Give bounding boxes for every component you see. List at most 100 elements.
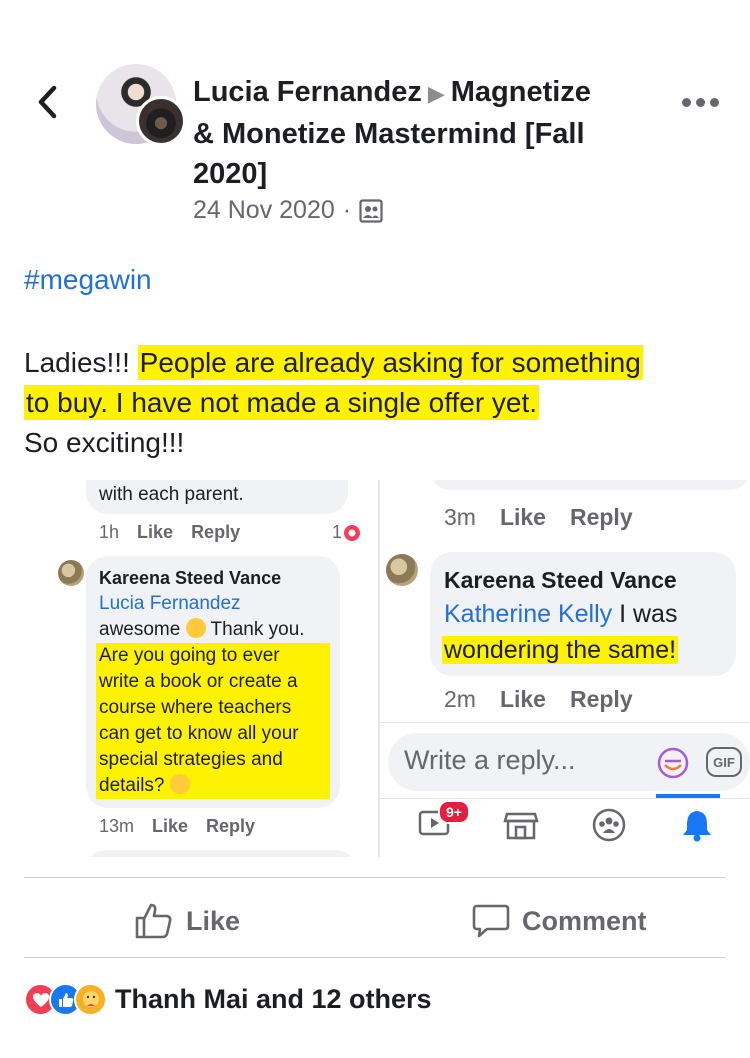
- like-button[interactable]: Like: [134, 896, 240, 946]
- members-audience-icon: [359, 198, 383, 223]
- comment-like-link: Like: [152, 816, 189, 836]
- comment-reply-link: Reply: [569, 504, 633, 530]
- highlight-line: course where teachers: [99, 697, 292, 718]
- reaction-summary-text: Thanh Mai and 12 others: [115, 984, 432, 1014]
- comment-content: Kareena Steed Vance Lucia Fernandez awes…: [96, 565, 339, 799]
- post-header-title: Lucia Fernandez ▶ Magnetize & Monetize Mas…: [193, 72, 653, 194]
- comment-reply-link: Reply: [206, 816, 256, 836]
- highlight-line: can get to know all your: [99, 723, 299, 744]
- post-text-tail: So exciting!!!: [24, 427, 185, 458]
- sticker-icon: [657, 747, 689, 779]
- comment-time: 13m: [99, 816, 135, 836]
- prev-comment-text: with each parent.: [99, 484, 244, 505]
- comment-word: awesome: [99, 619, 181, 640]
- comment-label: Comment: [522, 905, 647, 936]
- active-tab-indicator: [656, 794, 720, 798]
- like-label: Like: [186, 905, 241, 936]
- comment-button[interactable]: Comment: [472, 896, 647, 946]
- back-button[interactable]: [30, 82, 70, 122]
- reaction-summary[interactable]: Thanh Mai and 12 others: [24, 983, 432, 1016]
- highlight-line: special strategies and: [99, 749, 283, 770]
- prev-comment-bubble: with each parent.: [86, 480, 348, 514]
- comment-word: I was: [612, 600, 678, 628]
- gif-icon: GIF: [706, 747, 742, 777]
- mention: Lucia Fernandez: [99, 593, 241, 614]
- reply-placeholder: Write a reply...: [404, 745, 576, 775]
- heart-reaction-icon: [344, 524, 361, 541]
- smile-emoji-icon: [185, 618, 206, 638]
- comment-meta: 13m Like Reply: [99, 816, 255, 837]
- post-image[interactable]: with each parent. 1h Like Reply 1 Kareen…: [0, 480, 750, 857]
- comment-bubble-right: Kareena Steed Vance Katherine Kelly I wa…: [430, 552, 736, 676]
- highlight-line: details?: [99, 773, 330, 799]
- more-options-button[interactable]: [682, 92, 722, 112]
- comment-highlight: wondering the same!: [442, 636, 679, 664]
- comment-time: 3m: [444, 504, 476, 530]
- commenter-avatar: [386, 554, 418, 586]
- post-text-highlight-2: to buy. I have not made a single offer y…: [24, 385, 540, 420]
- comment-like-link: Like: [499, 504, 546, 530]
- image-divider: [378, 480, 380, 857]
- commenter-avatar: [58, 560, 84, 586]
- prev-comment-meta-right: 3m Like Reply: [444, 504, 633, 531]
- commenter-name: Kareena Steed Vance: [99, 568, 282, 588]
- comment-bubble-icon: [472, 904, 510, 938]
- comment-line: wondering the same!: [442, 632, 734, 668]
- group-name-part2[interactable]: & Monetize Mastermind [Fall: [193, 118, 585, 150]
- prev-comment-bubble-right: [430, 480, 750, 490]
- reaction-count: 1: [332, 522, 343, 542]
- bell-icon: [683, 811, 711, 842]
- comment-bubble: Kareena Steed Vance Lucia Fernandez awes…: [86, 556, 340, 808]
- comment-word: Thank you.: [210, 619, 305, 640]
- comment-time: 2m: [444, 686, 476, 712]
- prev-reaction-count: 1: [332, 522, 361, 543]
- highlight-line: write a book or create a: [99, 671, 298, 692]
- comment-time: 1h: [99, 522, 120, 542]
- post-text-lead: Ladies!!!: [24, 347, 138, 378]
- comment-reply-link: Reply: [569, 686, 633, 712]
- watch-tab: 9+: [418, 800, 470, 843]
- chevron-left-icon: [38, 85, 57, 119]
- marketplace-icon: [503, 812, 539, 840]
- comment-like-link: Like: [137, 522, 174, 542]
- author-name[interactable]: Lucia Fernandez: [193, 76, 422, 108]
- highlight-word: details?: [99, 775, 165, 796]
- comment-content-right: Kareena Steed Vance Katherine Kelly I wa…: [442, 564, 734, 668]
- author-avatar[interactable]: [96, 64, 186, 150]
- comment-like-link: Like: [499, 686, 546, 712]
- mention: Katherine Kelly: [444, 600, 613, 628]
- post-date[interactable]: 24 Nov 2020: [193, 196, 335, 225]
- comment-highlight: Are you going to ever write a book or cr…: [96, 643, 330, 799]
- comment-reply-link: Reply: [191, 522, 241, 542]
- next-comment-bubble: [86, 850, 356, 857]
- comment-line: Katherine Kelly I was: [444, 596, 734, 632]
- triangle-right-icon: ▶: [427, 81, 445, 106]
- post-text: Ladies!!! People are already asking for …: [24, 343, 724, 463]
- comment-meta-right: 2m Like Reply: [444, 686, 633, 713]
- post-text-highlight-1: People are already asking for something: [137, 345, 643, 380]
- more-dot-icon: [682, 97, 691, 107]
- more-dot-icon: [696, 97, 705, 107]
- bottom-nav-border: [380, 798, 750, 799]
- meta-separator: ·: [342, 196, 352, 224]
- reply-input: Write a reply... GIF: [388, 733, 750, 791]
- divider-bottom: [24, 957, 726, 958]
- group-photo: [136, 96, 186, 146]
- highlight-line: Are you going to ever: [99, 645, 280, 666]
- more-dot-icon: [710, 97, 719, 107]
- group-name-part3[interactable]: 2020]: [193, 158, 267, 190]
- smile-emoji-icon: [169, 774, 190, 794]
- post-meta: 24 Nov 2020 ·: [193, 196, 383, 225]
- reply-area-divider: [380, 722, 750, 723]
- gif-label: GIF: [713, 754, 735, 770]
- notification-badge: 9+: [438, 800, 470, 824]
- comment-line: awesome Thank you.: [99, 617, 339, 643]
- group-name-part1[interactable]: Magnetize: [451, 76, 591, 108]
- divider-top: [24, 877, 726, 878]
- thumbs-up-icon: [135, 903, 172, 939]
- groups-icon: [592, 808, 626, 842]
- commenter-name: Kareena Steed Vance: [444, 567, 677, 593]
- hashtag-link[interactable]: #megawin: [24, 264, 152, 296]
- prev-comment-meta: 1h Like Reply: [99, 522, 240, 543]
- care-reaction-icon: [74, 983, 107, 1016]
